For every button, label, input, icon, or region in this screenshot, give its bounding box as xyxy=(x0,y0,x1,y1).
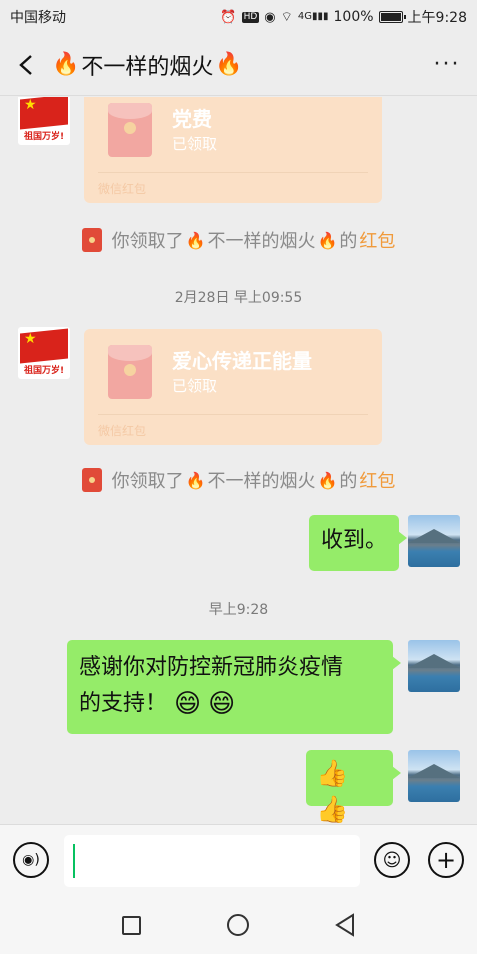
red-packet-footer: 微信红包 xyxy=(98,424,147,438)
grin-emoji-icon: 😄 xyxy=(208,689,236,719)
nav-back-button[interactable] xyxy=(334,913,356,937)
smiley-icon: ☺ xyxy=(382,849,402,871)
red-packet-icon xyxy=(108,345,152,399)
timestamp: 早上9:28 xyxy=(208,602,269,618)
avatar[interactable] xyxy=(408,515,460,567)
emoji-button[interactable]: ☺ xyxy=(374,842,410,878)
home-button[interactable] xyxy=(227,914,249,936)
avatar[interactable] xyxy=(408,750,460,802)
fire-icon: 🔥 xyxy=(185,470,206,490)
contact-name: 不一样的烟火 xyxy=(81,54,214,80)
more-options-button[interactable]: ··· xyxy=(417,34,477,96)
system-name: 不一样的烟火 xyxy=(207,471,316,492)
red-packet-icon xyxy=(81,228,102,252)
system-text: 你领取了 xyxy=(111,471,184,492)
system-text: 你领取了 xyxy=(111,231,184,252)
red-packet-title: 党费 xyxy=(172,107,212,131)
system-nav-bar xyxy=(0,896,477,954)
red-packet-title: 爱心传递正能量 xyxy=(172,349,312,373)
battery-icon xyxy=(378,11,406,23)
divider xyxy=(98,172,368,173)
signal-label: 4G xyxy=(297,11,312,22)
status-bar: 中国移动 ⏰ HD ◉ ⌔ 4G▮▮▮ 100% 上午9:28 xyxy=(0,0,477,34)
status-icons: ⏰ HD ◉ ⌔ 4G▮▮▮ 100% 上午9:28 xyxy=(220,7,467,27)
grin-emoji-icon: 😄 xyxy=(174,689,202,719)
eye-icon: ◉ xyxy=(264,9,276,25)
text-cursor xyxy=(73,844,75,878)
system-message: 你领取了 🔥 不一样的烟火 🔥 的 红包 xyxy=(0,227,477,253)
battery-percent: 100% xyxy=(333,9,374,25)
message-text: 感谢你对防控新冠肺炎疫情 xyxy=(79,655,344,680)
back-button[interactable] xyxy=(0,34,52,96)
system-message: 你领取了 🔥 不一样的烟火 🔥 的 红包 xyxy=(0,467,477,493)
avatar[interactable]: ★ 祖国万岁! xyxy=(18,327,70,379)
chat-area[interactable]: ★ 祖国万岁! 党费 已领取 微信红包 你领取了 🔥 不一样的烟火 🔥 的 红包… xyxy=(0,97,477,824)
red-packet-message[interactable]: 党费 已领取 微信红包 xyxy=(84,97,382,203)
message-text: 收到。 xyxy=(321,528,388,553)
star-icon: ★ xyxy=(24,331,37,347)
avatar-caption: 祖国万岁! xyxy=(23,132,65,142)
fire-icon: 🔥 xyxy=(52,52,80,77)
red-packet-icon xyxy=(108,103,152,157)
star-icon: ★ xyxy=(24,97,37,113)
timestamp: 2月28日 早上09:55 xyxy=(174,290,303,306)
avatar[interactable] xyxy=(408,640,460,692)
fire-icon: 🔥 xyxy=(317,230,338,250)
message-input[interactable] xyxy=(64,835,360,887)
sent-message-bubble[interactable]: 感谢你对防控新冠肺炎疫情 的支持！ 😄 😄 xyxy=(67,640,401,734)
thumbs-up-icon: 👍 xyxy=(316,759,349,789)
divider xyxy=(98,414,368,415)
fire-icon: 🔥 xyxy=(215,52,243,77)
sent-message-bubble[interactable]: 收到。 xyxy=(309,515,408,571)
hd-icon: HD xyxy=(241,11,260,23)
clock: 上午9:28 xyxy=(407,10,467,26)
input-bar: ◉) ☺ + xyxy=(0,824,477,896)
system-text: 的 xyxy=(339,231,358,252)
chat-header: 🔥 不一样的烟火 🔥 ··· xyxy=(0,34,477,96)
fire-icon: 🔥 xyxy=(185,230,206,250)
message-text-line: 的支持！ xyxy=(79,691,168,716)
chevron-left-icon xyxy=(19,54,32,75)
plus-icon: + xyxy=(435,846,457,874)
red-packet-link[interactable]: 红包 xyxy=(359,467,395,493)
red-packet-status: 已领取 xyxy=(172,377,218,395)
alarm-icon: ⏰ xyxy=(220,9,237,25)
recent-apps-button[interactable] xyxy=(122,916,141,935)
system-text: 的 xyxy=(339,471,358,492)
avatar[interactable]: ★ 祖国万岁! xyxy=(18,97,70,145)
red-packet-footer: 微信红包 xyxy=(98,182,147,196)
carrier-label: 中国移动 xyxy=(10,10,66,26)
wifi-icon: ⌔ xyxy=(280,9,293,25)
red-packet-message[interactable]: 爱心传递正能量 已领取 微信红包 xyxy=(84,329,382,445)
system-name: 不一样的烟火 xyxy=(207,231,316,252)
red-packet-status: 已领取 xyxy=(172,135,218,153)
chat-title: 🔥 不一样的烟火 🔥 xyxy=(52,49,417,81)
avatar-caption: 祖国万岁! xyxy=(23,366,65,376)
more-functions-button[interactable]: + xyxy=(428,842,464,878)
sent-message-bubble[interactable]: 👍 👍 xyxy=(306,750,401,824)
red-packet-link[interactable]: 红包 xyxy=(359,227,395,253)
signal-4g-icon: 4G▮▮▮ xyxy=(297,11,329,22)
red-packet-icon xyxy=(81,468,102,492)
thumbs-up-icon: 👍 xyxy=(316,795,349,824)
voice-input-button[interactable]: ◉) xyxy=(13,842,49,878)
voice-icon: ◉) xyxy=(22,852,40,868)
message-text: 的支持！ 😄 😄 xyxy=(79,686,381,722)
fire-icon: 🔥 xyxy=(317,470,338,490)
